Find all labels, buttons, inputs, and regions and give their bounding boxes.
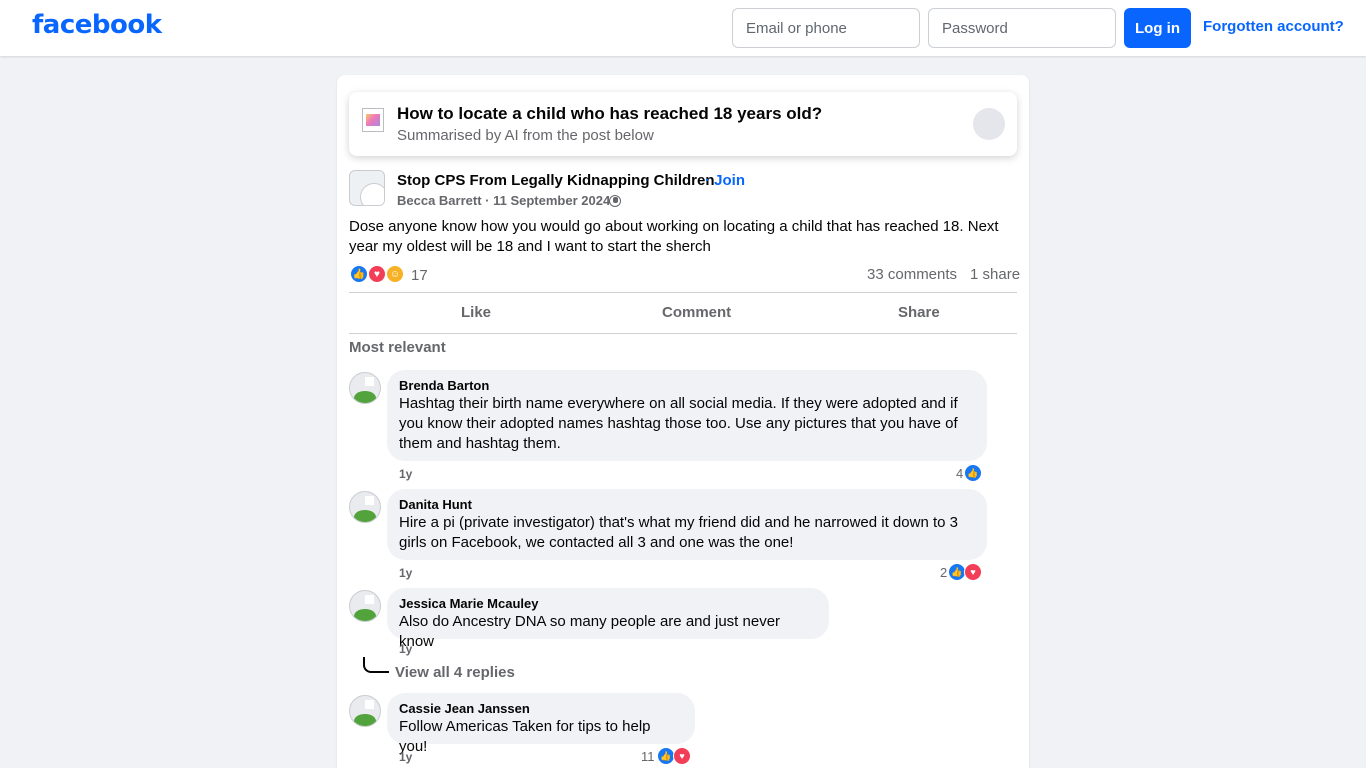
avatar[interactable] — [349, 372, 381, 404]
comment-bubble: Cassie Jean Janssen Follow Americas Take… — [387, 693, 695, 755]
comment-time[interactable]: 1y — [399, 750, 412, 764]
comment-author[interactable]: Brenda Barton — [399, 378, 975, 394]
divider — [349, 333, 1017, 334]
comment-author[interactable]: Danita Hunt — [399, 497, 975, 513]
reply-connector — [363, 657, 389, 673]
avatar[interactable] — [349, 590, 381, 622]
comment-sort-selector[interactable]: Most relevant — [349, 339, 446, 356]
comment-reaction-count: 2 — [940, 565, 948, 580]
view-replies-link[interactable]: View all 4 replies — [395, 664, 515, 681]
comment-text: Hashtag their birth name everywhere on a… — [399, 395, 958, 452]
care-reaction-icon: ☺ — [386, 265, 404, 283]
post-text: Dose anyone know how you would go about … — [349, 218, 999, 255]
ai-summary-box[interactable]: How to locate a child who has reached 18… — [349, 92, 1017, 156]
forgotten-account-link[interactable]: Forgotten account? — [1203, 18, 1344, 35]
email-input[interactable] — [732, 8, 920, 48]
ai-summary-subtitle: Summarised by AI from the post below — [397, 127, 654, 144]
password-input[interactable] — [928, 8, 1116, 48]
like-button[interactable]: Like — [461, 304, 491, 321]
top-bar: facebook Log in Forgotten account? — [0, 0, 1366, 56]
facebook-logo[interactable]: facebook — [32, 10, 162, 40]
comment-button[interactable]: Comment — [662, 304, 731, 321]
love-reaction-icon: ♥ — [964, 563, 982, 581]
avatar[interactable] — [349, 491, 381, 523]
ai-summary-icon — [362, 108, 384, 132]
comment-reaction-count: 11 — [641, 749, 655, 764]
ai-summary-title: How to locate a child who has reached 18… — [397, 104, 823, 123]
love-reaction-icon: ♥ — [673, 747, 691, 765]
avatar[interactable] — [349, 695, 381, 727]
shares-count[interactable]: 1 share — [970, 266, 1020, 283]
join-link[interactable]: · Join — [705, 172, 745, 189]
comment-time[interactable]: 1y — [399, 642, 412, 656]
like-reaction-icon: 👍 — [964, 464, 982, 482]
group-name[interactable]: Stop CPS From Legally Kidnapping Childre… — [397, 172, 715, 189]
divider — [349, 292, 1017, 293]
login-button[interactable]: Log in — [1124, 8, 1191, 48]
comment-bubble: Danita Hunt Hire a pi (private investiga… — [387, 489, 987, 560]
comment-text: Hire a pi (private investigator) that's … — [399, 514, 958, 551]
comment-bubble: Brenda Barton Hashtag their birth name e… — [387, 370, 987, 461]
ai-summary-menu-button[interactable] — [973, 108, 1005, 140]
comment-reaction-count: 4 — [956, 466, 964, 481]
comment-bubble: Jessica Marie Mcauley Also do Ancestry D… — [387, 588, 829, 650]
comment-time[interactable]: 1y — [399, 467, 412, 481]
like-reaction-icon: 👍 — [350, 265, 368, 283]
love-reaction-icon: ♥ — [368, 265, 386, 283]
comment-time[interactable]: 1y — [399, 566, 412, 580]
comment-author[interactable]: Cassie Jean Janssen — [399, 701, 683, 717]
post-card: How to locate a child who has reached 18… — [337, 75, 1029, 768]
comment-author[interactable]: Jessica Marie Mcauley — [399, 596, 817, 612]
reactions-count[interactable]: 17 — [411, 267, 428, 284]
comments-count[interactable]: 33 comments — [867, 266, 957, 283]
comment-text: Also do Ancestry DNA so many people are … — [399, 613, 781, 650]
share-button[interactable]: Share — [898, 304, 940, 321]
group-avatar[interactable] — [349, 170, 385, 206]
globe-icon — [609, 195, 621, 207]
post-author-date[interactable]: Becca Barrett · 11 September 2024 · — [397, 193, 618, 208]
